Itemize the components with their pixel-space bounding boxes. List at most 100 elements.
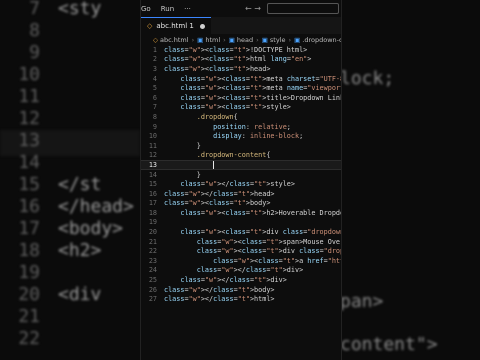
html-icon: ◇ <box>147 22 153 30</box>
background-code-line: 22 <box>0 322 140 356</box>
selector-icon: ▣ <box>294 35 301 44</box>
line-number: 18 <box>148 208 157 217</box>
line-number: 17 <box>148 199 157 208</box>
element-icon: ▣ <box>228 35 235 44</box>
code-line[interactable]: 4 class="w"><class="t">meta charset="UTF… <box>141 74 341 84</box>
line-number: 24 <box>148 266 157 275</box>
line-number: 20 <box>148 228 157 237</box>
code-editor[interactable]: 1 class="w"><class="t">!DOCTYPE html> 2 cla… <box>141 45 341 360</box>
code-line[interactable]: 2 class="w"><class="t">html lang="en"> <box>141 55 341 65</box>
line-text: class="w"></class="t">head> <box>164 189 275 198</box>
menu-go[interactable]: Go <box>141 5 151 13</box>
line-text: class="w"></class="t">style> <box>180 180 295 189</box>
background-right-text: content"> <box>340 334 438 355</box>
line-number: 25 <box>148 276 157 285</box>
code-line[interactable]: 25 class="w"></class="t">div> <box>141 275 341 285</box>
line-number: 23 <box>148 256 157 265</box>
line-number: 9 <box>152 122 157 131</box>
text-cursor <box>213 160 215 169</box>
nav-arrows-icon[interactable]: ← → <box>245 4 261 13</box>
html-file-icon: ◇ <box>153 35 158 44</box>
breadcrumb-item[interactable]: .dropdown-conten <box>302 36 341 44</box>
breadcrumb-item[interactable]: head <box>237 36 253 44</box>
line-text: class="w"><class="t">head> <box>164 64 271 73</box>
line-number: 1 <box>152 45 157 54</box>
line-text <box>164 161 213 169</box>
code-line[interactable]: 20 class="w"><class="t">div class="dropd… <box>141 227 341 237</box>
code-line[interactable]: 17 class="w"><class="t">body> <box>141 199 341 209</box>
line-number: 8 <box>152 112 157 121</box>
line-text: class="w"><class="t">!DOCTYPE html> <box>164 45 308 54</box>
menu-more[interactable]: ··· <box>184 5 191 13</box>
menu-run[interactable]: Run <box>161 5 174 13</box>
element-icon: ▣ <box>197 35 204 44</box>
line-text: display: inline-block; <box>213 132 304 141</box>
line-text: } <box>164 141 201 150</box>
code-line[interactable]: 18 class="w"><class="t">h2>Hoverable Dro… <box>141 208 341 218</box>
command-search-input[interactable] <box>267 3 339 14</box>
tab-label: abc.html 1 <box>156 22 194 30</box>
line-text: class="w"><class="t">body> <box>164 199 271 208</box>
code-line[interactable]: 23 class="w"><class="t">a href="https://… <box>141 256 341 266</box>
code-line[interactable]: 26 class="w"></class="t">body> <box>141 285 341 295</box>
element-icon: ▣ <box>261 35 268 44</box>
line-text: class="w"><class="t">div class="dropdown… <box>196 247 341 256</box>
line-text: .dropdown{ <box>196 112 238 121</box>
line-number: 22 <box>148 247 157 256</box>
unsaved-dot-icon[interactable] <box>199 23 205 29</box>
tab-abc-html[interactable]: ◇ abc.html 1 <box>141 17 211 34</box>
line-number: 3 <box>152 64 157 73</box>
code-line[interactable]: 1 class="w"><class="t">!DOCTYPE html> <box>141 45 341 55</box>
line-text: class="w"><class="t">html lang="en"> <box>164 55 312 64</box>
line-text: class="w"></class="t">html> <box>164 295 275 304</box>
line-number: 2 <box>152 55 157 64</box>
code-line[interactable]: 13 <box>141 160 341 170</box>
line-text: class="w"><class="t">span>Mouse Over Mec… <box>196 237 341 246</box>
code-line[interactable]: 7 class="w"><class="t">style> <box>141 103 341 113</box>
line-text: class="w"></class="t">body> <box>164 285 275 294</box>
code-line[interactable]: 15 class="w"></class="t">style> <box>141 179 341 189</box>
line-text: class="w"><class="t">meta name="viewport… <box>180 84 341 93</box>
code-line[interactable]: 12 .dropdown-content{ <box>141 151 341 161</box>
code-line[interactable]: 14 } <box>141 170 341 180</box>
line-number: 7 <box>152 103 157 112</box>
code-line[interactable]: 27 class="w"></class="t">html> <box>141 294 341 304</box>
code-line[interactable]: 21 class="w"><class="t">span>Mouse Over … <box>141 237 341 247</box>
line-number: 27 <box>148 295 157 304</box>
line-number: 15 <box>148 180 157 189</box>
menu-bar: Go Run ··· ← → <box>141 0 341 17</box>
code-line[interactable]: 10 display: inline-block; <box>141 131 341 141</box>
line-number: 4 <box>152 74 157 83</box>
code-line[interactable]: 11 } <box>141 141 341 151</box>
code-line[interactable]: 6 class="w"><class="t">title>Dropdown Li… <box>141 93 341 103</box>
line-number: 19 <box>148 218 157 227</box>
tab-bar: ◇ abc.html 1 <box>141 17 341 34</box>
line-text: class="w"><class="t">h2>Hoverable Dropdo… <box>180 208 341 217</box>
line-text: class="w"></class="t">div> <box>180 276 287 285</box>
editor-window: Go Run ··· ← → ◇ abc.html 1 ◇ abc.html ›… <box>140 0 342 360</box>
line-number: 21 <box>148 237 157 246</box>
line-text: position: relative; <box>213 122 291 131</box>
line-text: class="w"><class="t">title>Dropdown Link… <box>180 93 342 102</box>
line-number: 13 <box>148 160 157 169</box>
line-text: class="w"><class="t">div class="dropdown… <box>180 228 341 237</box>
breadcrumb-item[interactable]: html <box>205 36 220 44</box>
background-right-text: lock; <box>340 68 395 89</box>
code-line[interactable]: 3 class="w"><class="t">head> <box>141 64 341 74</box>
background-right-text: pan> <box>340 291 384 312</box>
code-line[interactable]: 19 <box>141 218 341 228</box>
line-text: class="w"><class="t">meta charset="UTF-8… <box>180 74 341 83</box>
code-line[interactable]: 5 class="w"><class="t">meta name="viewpo… <box>141 83 341 93</box>
code-line[interactable]: 8 .dropdown{ <box>141 112 341 122</box>
line-number: 26 <box>148 285 157 294</box>
line-number: 14 <box>148 170 157 179</box>
background-line-number: 22 <box>18 328 40 349</box>
code-line[interactable]: 9 position: relative; <box>141 122 341 132</box>
code-line[interactable]: 22 class="w"><class="t">div class="dropd… <box>141 246 341 256</box>
code-line[interactable]: 24 class="w"></class="t">div> <box>141 266 341 276</box>
breadcrumb-item[interactable]: abc.html <box>160 36 189 44</box>
breadcrumb-item[interactable]: style <box>270 36 286 44</box>
line-number: 12 <box>148 151 157 160</box>
code-line[interactable]: 16 class="w"></class="t">head> <box>141 189 341 199</box>
line-text: } <box>164 170 201 179</box>
